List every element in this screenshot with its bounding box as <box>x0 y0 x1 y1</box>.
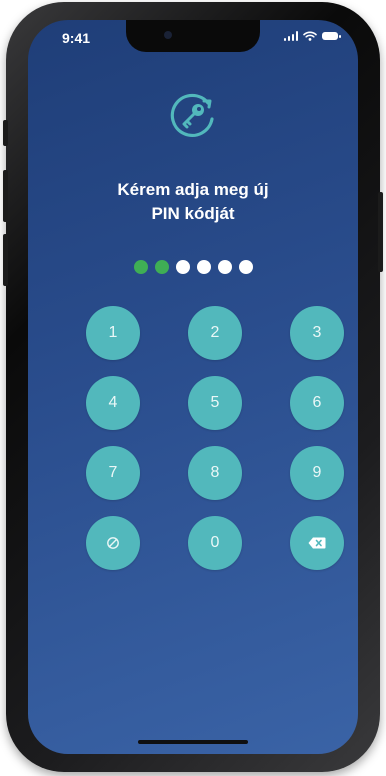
volume-up-button <box>3 170 8 222</box>
wifi-icon <box>303 31 317 41</box>
pin-progress <box>28 260 358 274</box>
battery-icon <box>322 32 341 40</box>
key-1[interactable]: 1 <box>86 306 140 360</box>
page-title: Kérem adja meg új PIN kódját <box>28 178 358 226</box>
key-9[interactable]: 9 <box>290 446 344 500</box>
pin-dot-filled <box>133 260 148 274</box>
key-8[interactable]: 8 <box>188 446 242 500</box>
clear-button[interactable] <box>86 516 140 570</box>
notch <box>126 20 260 52</box>
backspace-button[interactable] <box>290 516 344 570</box>
phone-frame: 9:41 Kérem adja meg új PIN kódját 1 2 3 … <box>3 2 383 772</box>
pin-dot-empty <box>175 260 190 274</box>
signal-icon <box>283 31 298 41</box>
app-screen: 9:41 Kérem adja meg új PIN kódját 1 2 3 … <box>28 20 358 754</box>
key-4[interactable]: 4 <box>86 376 140 430</box>
title-line-1: Kérem adja meg új <box>117 180 269 199</box>
front-camera <box>164 31 172 39</box>
key-3[interactable]: 3 <box>290 306 344 360</box>
key-7[interactable]: 7 <box>86 446 140 500</box>
status-time: 9:41 <box>62 30 91 46</box>
volume-down-button <box>3 234 8 286</box>
key-refresh-icon <box>170 93 214 137</box>
pin-dot-filled <box>154 260 169 274</box>
title-line-2: PIN kódját <box>151 204 235 223</box>
home-indicator[interactable] <box>138 740 248 744</box>
pin-dot-empty <box>217 260 232 274</box>
keypad: 1 2 3 4 5 6 7 8 9 0 <box>86 306 344 570</box>
status-icons <box>283 31 341 41</box>
power-button <box>378 192 383 272</box>
pin-dot-empty <box>196 260 211 274</box>
key-6[interactable]: 6 <box>290 376 344 430</box>
key-2[interactable]: 2 <box>188 306 242 360</box>
clear-icon <box>107 537 119 549</box>
key-5[interactable]: 5 <box>188 376 242 430</box>
pin-dot-empty <box>238 260 253 274</box>
key-0[interactable]: 0 <box>188 516 242 570</box>
mute-switch <box>3 120 8 146</box>
backspace-icon <box>308 537 326 549</box>
